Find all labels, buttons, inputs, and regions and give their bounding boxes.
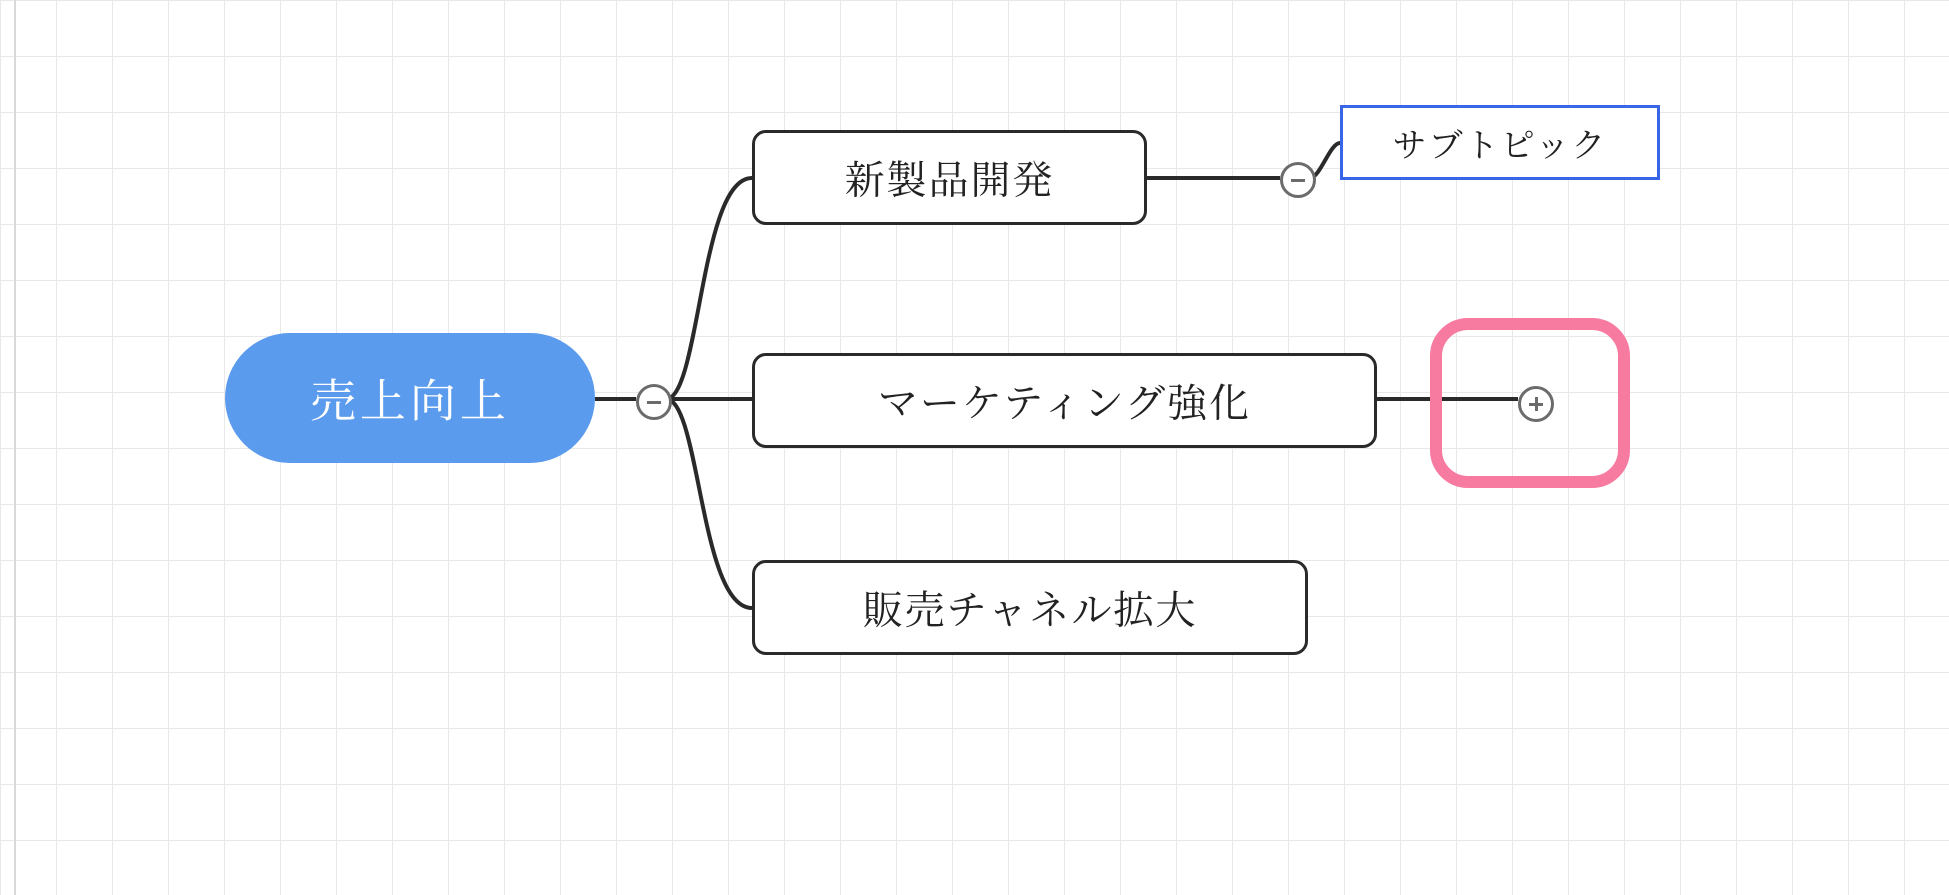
collapse-toggle-root[interactable]	[636, 384, 672, 420]
subtopic-node[interactable]: サブトピック	[1340, 105, 1660, 180]
branch-1-label: 新製品開発	[845, 149, 1055, 206]
branch-node-1[interactable]: 新製品開発	[752, 130, 1147, 225]
collapse-toggle-branch-1[interactable]	[1280, 162, 1316, 198]
subtopic-label: サブトピック	[1393, 118, 1608, 167]
root-node[interactable]: 売上向上	[225, 333, 595, 463]
branch-2-label: マーケティング強化	[878, 372, 1251, 429]
root-label: 売上向上	[310, 365, 510, 431]
branch-node-3[interactable]: 販売チャネル拡大	[752, 560, 1308, 655]
branch-3-label: 販売チャネル拡大	[863, 579, 1198, 636]
expand-toggle-branch-2[interactable]	[1518, 386, 1554, 422]
branch-node-2[interactable]: マーケティング強化	[752, 353, 1377, 448]
